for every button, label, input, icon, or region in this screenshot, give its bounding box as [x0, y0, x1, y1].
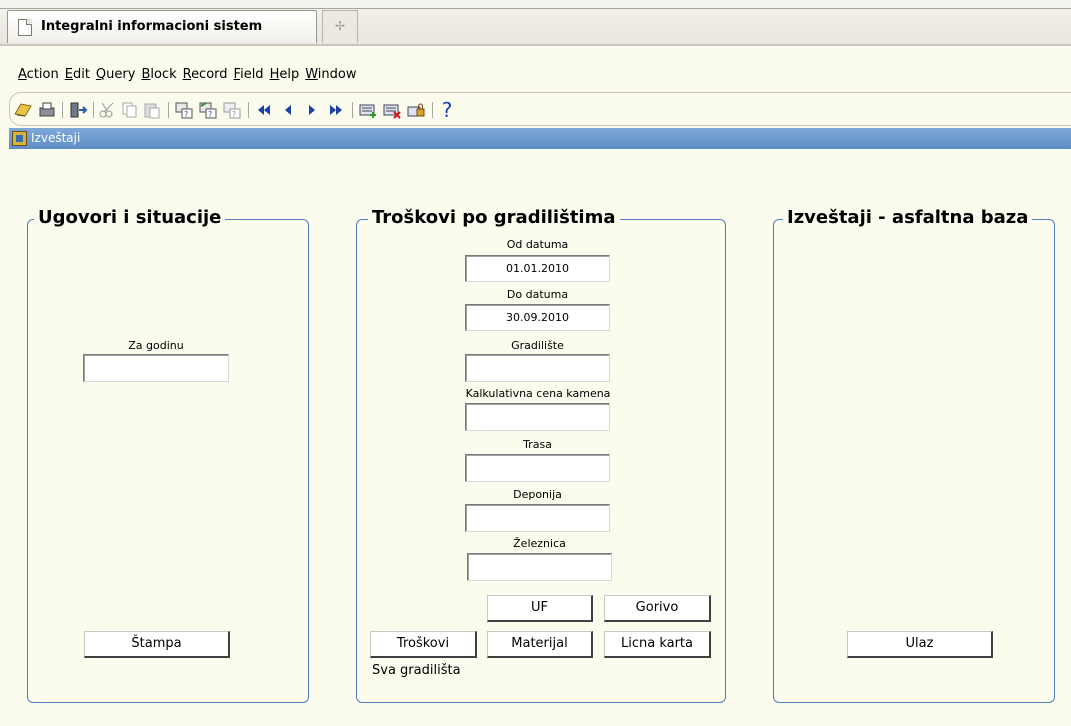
menu-field[interactable]: Field [234, 67, 264, 85]
new-tab-button[interactable]: ✢ [322, 10, 358, 43]
tab-strip-top-border [0, 8, 1071, 9]
paste-icon[interactable] [142, 100, 162, 120]
form-title: Izveštaji [31, 131, 81, 145]
form-window-icon [12, 131, 27, 146]
lock-record-icon[interactable] [406, 100, 426, 120]
zeleznica-label: Železnica [513, 537, 566, 550]
panel-asfalt-title: Izveštaji - asfaltna baza [783, 207, 1033, 229]
gradiliste-field[interactable] [465, 354, 610, 382]
delete-record-icon[interactable] [382, 100, 402, 120]
panel-ugovori-title: Ugovori i situacije [34, 207, 226, 229]
next-block-icon[interactable] [326, 100, 346, 120]
browser-tab-strip: Integralni informacioni sistem ✢ [0, 0, 1071, 46]
save-icon[interactable] [13, 100, 33, 120]
gradiliste-label: Gradilište [511, 339, 564, 352]
new-tab-icon: ✢ [334, 19, 346, 33]
do-datuma-field[interactable]: 30.09.2010 [465, 304, 610, 331]
form-title-bar: Izveštaji [9, 128, 1071, 149]
menu-help[interactable]: Help [270, 67, 300, 85]
sva-gradilista-text: Sva gradilišta [372, 663, 461, 678]
tab-strip-bottom-border [0, 44, 1071, 46]
uf-button[interactable]: UF [487, 595, 593, 622]
trasa-field[interactable] [465, 454, 610, 482]
print-icon[interactable] [37, 100, 57, 120]
menu-action[interactable]: Action [18, 67, 59, 85]
svg-text:?: ? [184, 110, 188, 119]
browser-tab-active[interactable]: Integralni informacioni sistem [7, 10, 317, 43]
stampa-button[interactable]: Štampa [84, 631, 230, 658]
deponija-field[interactable] [465, 504, 610, 532]
troskovi-button[interactable]: Troškovi [370, 631, 477, 658]
execute-query-icon[interactable]: ? [198, 100, 218, 120]
menu-block[interactable]: Block [141, 67, 176, 85]
menu-query[interactable]: Query [96, 67, 136, 85]
menu-bar: Action Edit Query Block Record Field Help Windo… [18, 67, 363, 85]
cut-icon[interactable] [98, 100, 118, 120]
toolbar-separator [248, 102, 249, 118]
exit-icon[interactable] [68, 100, 88, 120]
next-record-icon[interactable] [302, 100, 322, 120]
za-godinu-label: Za godinu [128, 339, 184, 352]
svg-text:?: ? [208, 110, 212, 119]
kalkulativna-cena-field[interactable] [465, 403, 610, 431]
gorivo-button[interactable]: Gorivo [604, 595, 711, 622]
kalkulativna-cena-label: Kalkulativna cena kamena [465, 387, 611, 400]
do-datuma-label: Do datuma [506, 288, 569, 301]
ulaz-button[interactable]: Ulaz [847, 631, 993, 658]
toolbar: ? ? ? ? [9, 92, 1071, 126]
insert-record-icon[interactable] [358, 100, 378, 120]
toolbar-separator [432, 102, 433, 118]
previous-record-icon[interactable] [278, 100, 298, 120]
licna-karta-button[interactable]: Licna karta [604, 631, 711, 658]
enter-query-icon[interactable]: ? [174, 100, 194, 120]
cancel-query-icon[interactable]: ? [222, 100, 242, 120]
menu-window[interactable]: Window [305, 67, 356, 85]
toolbar-separator [168, 102, 169, 118]
materijal-button[interactable]: Materijal [487, 631, 593, 658]
svg-text:?: ? [232, 110, 236, 119]
help-icon[interactable]: ? [437, 100, 457, 120]
document-icon [18, 19, 32, 36]
od-datuma-field[interactable]: 01.01.2010 [465, 255, 610, 282]
panel-troskovi-title: Troškovi po gradilištima [368, 207, 620, 229]
od-datuma-label: Od datuma [506, 238, 569, 251]
trasa-label: Trasa [523, 438, 552, 451]
za-godinu-field[interactable] [83, 354, 229, 382]
previous-block-icon[interactable] [254, 100, 274, 120]
zeleznica-field[interactable] [467, 553, 612, 581]
copy-icon[interactable] [120, 100, 140, 120]
toolbar-separator [62, 102, 63, 118]
deponija-label: Deponija [513, 488, 562, 501]
menu-edit[interactable]: Edit [65, 67, 90, 85]
toolbar-separator [352, 102, 353, 118]
browser-tab-title: Integralni informacioni sistem [41, 19, 263, 34]
menu-record[interactable]: Record [183, 67, 228, 85]
toolbar-separator [93, 102, 94, 118]
